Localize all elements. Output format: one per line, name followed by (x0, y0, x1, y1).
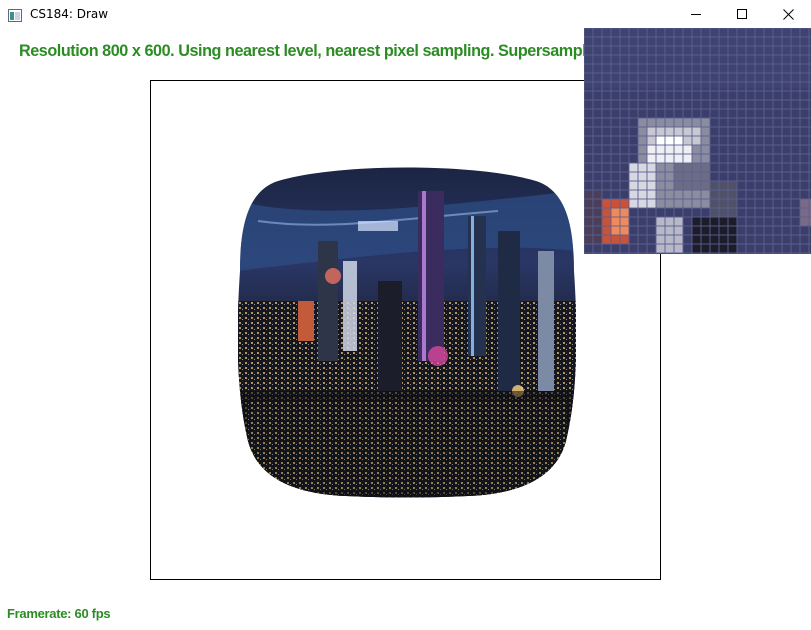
close-icon (782, 8, 794, 20)
zoom-inset (584, 28, 811, 254)
minimize-icon (691, 14, 701, 15)
warped-texture-image (238, 167, 576, 498)
minimize-button[interactable] (673, 0, 719, 28)
maximize-button[interactable] (719, 0, 765, 28)
close-button[interactable] (765, 0, 811, 28)
app-window-icon (8, 7, 22, 22)
framerate-text: Framerate: 60 fps (7, 606, 111, 621)
maximize-icon (737, 9, 747, 19)
window-title: CS184: Draw (30, 7, 109, 21)
title-bar: CS184: Draw (0, 0, 811, 28)
